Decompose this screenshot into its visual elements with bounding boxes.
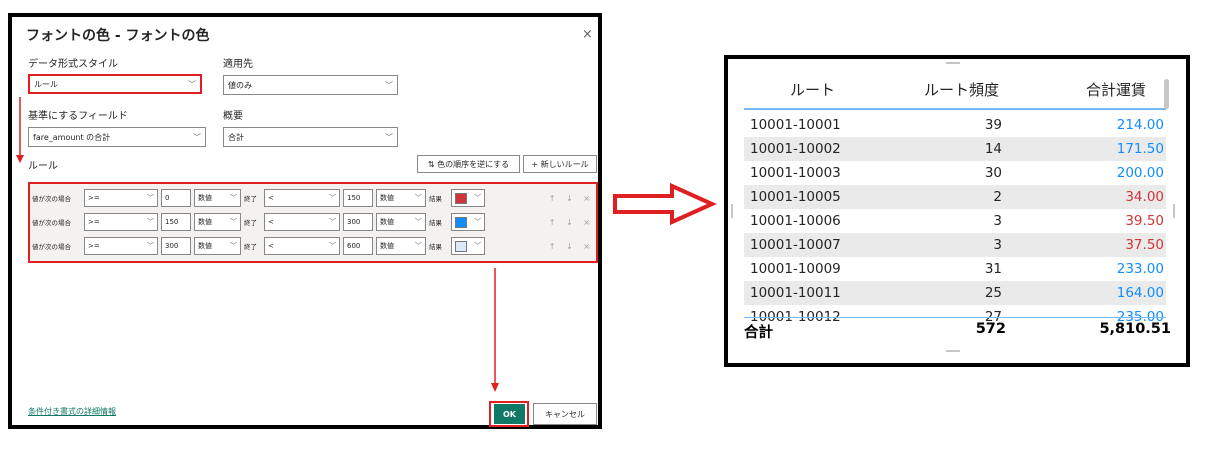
route-cell: 10001-10001 xyxy=(750,117,841,133)
total-divider xyxy=(744,317,1166,318)
arrow-head xyxy=(16,155,24,163)
frequency-cell: 14 xyxy=(984,141,1002,157)
table-row[interactable]: 10001-10007 3 37.50 xyxy=(744,233,1166,257)
resize-handle[interactable] xyxy=(946,62,960,64)
fare-cell: 233.00 xyxy=(1116,261,1164,277)
resize-handle[interactable] xyxy=(731,204,733,218)
frequency-cell: 39 xyxy=(984,117,1002,133)
fare-cell: 164.00 xyxy=(1116,285,1164,301)
route-cell: 10001-10002 xyxy=(750,141,841,157)
table-row[interactable]: 10001-10006 3 39.50 xyxy=(744,209,1166,233)
table-visual[interactable]: ルート ルート頻度 合計運賃 10001-10001 39 214.00 10001-… xyxy=(724,55,1190,367)
column-header-route[interactable]: ルート xyxy=(790,79,835,100)
arrow-head xyxy=(491,383,499,392)
frequency-cell: 3 xyxy=(993,237,1002,253)
fare-cell: 171.50 xyxy=(1116,141,1164,157)
total-fare: 5,810.51 xyxy=(1099,321,1171,337)
route-cell: 10001-10005 xyxy=(750,189,841,205)
route-cell: 10001-10003 xyxy=(750,165,841,181)
frequency-cell: 25 xyxy=(984,285,1002,301)
fare-cell: 34.00 xyxy=(1125,189,1164,205)
right-arrow-icon xyxy=(613,182,717,226)
header-divider xyxy=(744,108,1166,110)
table-row[interactable]: 10001-10001 39 214.00 xyxy=(744,113,1166,137)
table-row[interactable]: 10001-10009 31 233.00 xyxy=(744,257,1166,281)
total-frequency: 572 xyxy=(975,321,1006,337)
vertical-scrollbar[interactable] xyxy=(1164,79,1169,109)
route-cell: 10001-10009 xyxy=(750,261,841,277)
fare-cell: 39.50 xyxy=(1125,213,1164,229)
route-cell: 10001-10011 xyxy=(750,285,841,301)
table-row[interactable]: 10001-10005 2 34.00 xyxy=(744,185,1166,209)
fare-cell: 200.00 xyxy=(1116,165,1164,181)
fare-cell: 37.50 xyxy=(1125,237,1164,253)
route-cell: 10001-10006 xyxy=(750,213,841,229)
table-row[interactable]: 10001-10002 14 171.50 xyxy=(744,137,1166,161)
frequency-cell: 3 xyxy=(993,213,1002,229)
column-header-fare[interactable]: 合計運賃 xyxy=(1086,79,1146,100)
table-row[interactable]: 10001-10011 25 164.00 xyxy=(744,281,1166,305)
route-cell: 10001-10007 xyxy=(750,237,841,253)
frequency-cell: 2 xyxy=(993,189,1002,205)
frequency-cell: 30 xyxy=(984,165,1002,181)
table-row[interactable]: 10001-10003 30 200.00 xyxy=(744,161,1166,185)
resize-handle[interactable] xyxy=(1173,204,1175,218)
resize-handle[interactable] xyxy=(946,350,960,352)
column-header-frequency[interactable]: ルート頻度 xyxy=(924,79,999,100)
frequency-cell: 31 xyxy=(984,261,1002,277)
total-label: 合計 xyxy=(744,325,773,341)
fare-cell: 214.00 xyxy=(1116,117,1164,133)
